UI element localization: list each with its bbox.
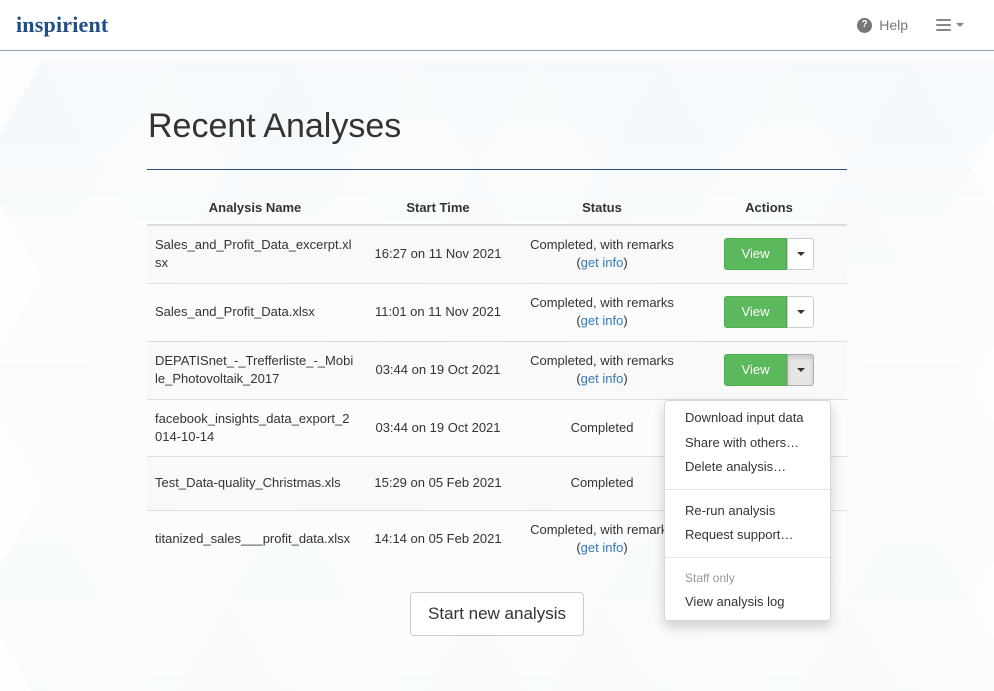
menu-item-download-input-data[interactable]: Download input data — [665, 406, 830, 431]
cell-status: Completed, with remarks (get info) — [513, 340, 691, 400]
table-row: Sales_and_Profit_Data_excerpt.xlsx 16:27… — [147, 224, 847, 284]
cell-analysis-name: facebook_insights_data_export_2014-10-14 — [147, 398, 363, 457]
navbar-right-group: ? Help — [841, 0, 978, 50]
status-text: Completed, with remarks — [530, 352, 674, 368]
page-title: Recent Analyses — [148, 107, 402, 145]
cell-start-time: 03:44 on 19 Oct 2021 — [363, 340, 513, 400]
cell-analysis-name: DEPATISnet_-_Trefferliste_-_Mobile_Photo… — [147, 340, 363, 400]
cell-start-time: 16:27 on 11 Nov 2021 — [363, 224, 513, 284]
column-header-analysis-name: Analysis Name — [147, 191, 363, 226]
get-info-link[interactable]: get info — [581, 255, 624, 270]
caret-down-icon — [796, 368, 805, 373]
cell-actions: View — [691, 282, 847, 342]
menu-item-request-support[interactable]: Request support… — [665, 523, 830, 548]
status-text: Completed, with remarks — [530, 521, 674, 537]
main-content: Recent Analyses Analysis Name Start Time… — [0, 51, 994, 637]
cell-analysis-name: Test_Data-quality_Christmas.xls — [147, 456, 363, 511]
menu-item-view-analysis-log[interactable]: View analysis log — [665, 590, 830, 615]
cell-status: Completed, with remarks (get info) — [513, 224, 691, 284]
cell-analysis-name: Sales_and_Profit_Data.xlsx — [147, 282, 363, 342]
main-menu-button[interactable] — [924, 0, 978, 50]
get-info-link[interactable]: get info — [581, 313, 624, 328]
menu-item-share-with-others[interactable]: Share with others… — [665, 431, 830, 456]
menu-divider — [665, 556, 830, 558]
caret-down-icon — [796, 310, 805, 315]
view-button[interactable]: View — [723, 238, 788, 271]
help-label: Help — [879, 17, 908, 33]
cell-start-time: 11:01 on 11 Nov 2021 — [363, 282, 513, 342]
menu-divider — [665, 488, 830, 490]
get-info-link[interactable]: get info — [581, 540, 624, 555]
cell-start-time: 14:14 on 05 Feb 2021 — [363, 509, 513, 568]
menu-item-re-run-analysis[interactable]: Re-run analysis — [665, 499, 830, 524]
hamburger-menu-icon — [936, 16, 951, 34]
actions-dropdown-toggle[interactable] — [787, 238, 815, 271]
start-new-analysis-button[interactable]: Start new analysis — [410, 591, 584, 637]
caret-down-icon — [956, 23, 964, 27]
cell-actions: View — [691, 340, 847, 400]
view-split-button: View — [723, 295, 815, 329]
caret-down-icon — [796, 252, 805, 257]
status-text: Completed, with remarks — [530, 294, 674, 310]
actions-dropdown-toggle[interactable] — [787, 353, 815, 387]
view-button[interactable]: View — [723, 295, 788, 329]
actions-dropdown-toggle[interactable] — [787, 295, 815, 329]
cell-analysis-name: Sales_and_Profit_Data_excerpt.xlsx — [147, 224, 363, 284]
status-text: Completed, with remarks — [530, 236, 674, 252]
view-split-button: View — [723, 238, 815, 271]
actions-dropdown-menu: Download input data Share with others… D… — [664, 400, 831, 621]
cell-analysis-name: titanized_sales___profit_data.xlsx — [147, 509, 363, 568]
table-row: Sales_and_Profit_Data.xlsx 11:01 on 11 N… — [147, 282, 847, 342]
view-button[interactable]: View — [723, 353, 788, 387]
column-header-status: Status — [513, 191, 691, 226]
brand-logo[interactable]: inspirient — [16, 14, 108, 36]
menu-item-delete-analysis[interactable]: Delete analysis… — [665, 455, 830, 480]
question-circle-icon: ? — [857, 17, 873, 33]
top-navbar: inspirient ? Help — [0, 0, 994, 51]
status-text: Completed — [570, 419, 634, 435]
cell-actions: View — [691, 224, 847, 284]
table-row: DEPATISnet_-_Trefferliste_-_Mobile_Photo… — [147, 340, 847, 400]
help-link[interactable]: ? Help — [841, 0, 924, 50]
status-text: Completed — [570, 475, 634, 491]
menu-header-staff-only: Staff only — [685, 570, 735, 585]
title-divider — [147, 168, 847, 170]
cell-start-time: 03:44 on 19 Oct 2021 — [363, 398, 513, 457]
cell-start-time: 15:29 on 05 Feb 2021 — [363, 456, 513, 511]
get-info-link[interactable]: get info — [581, 371, 624, 386]
table-header-row: Analysis Name Start Time Status Actions — [147, 191, 847, 226]
column-header-actions: Actions — [691, 191, 847, 226]
cell-status: Completed, with remarks (get info) — [513, 282, 691, 342]
view-split-button: View — [723, 353, 815, 387]
table-head: Analysis Name Start Time Status Actions — [147, 191, 847, 226]
column-header-start-time: Start Time — [363, 191, 513, 226]
